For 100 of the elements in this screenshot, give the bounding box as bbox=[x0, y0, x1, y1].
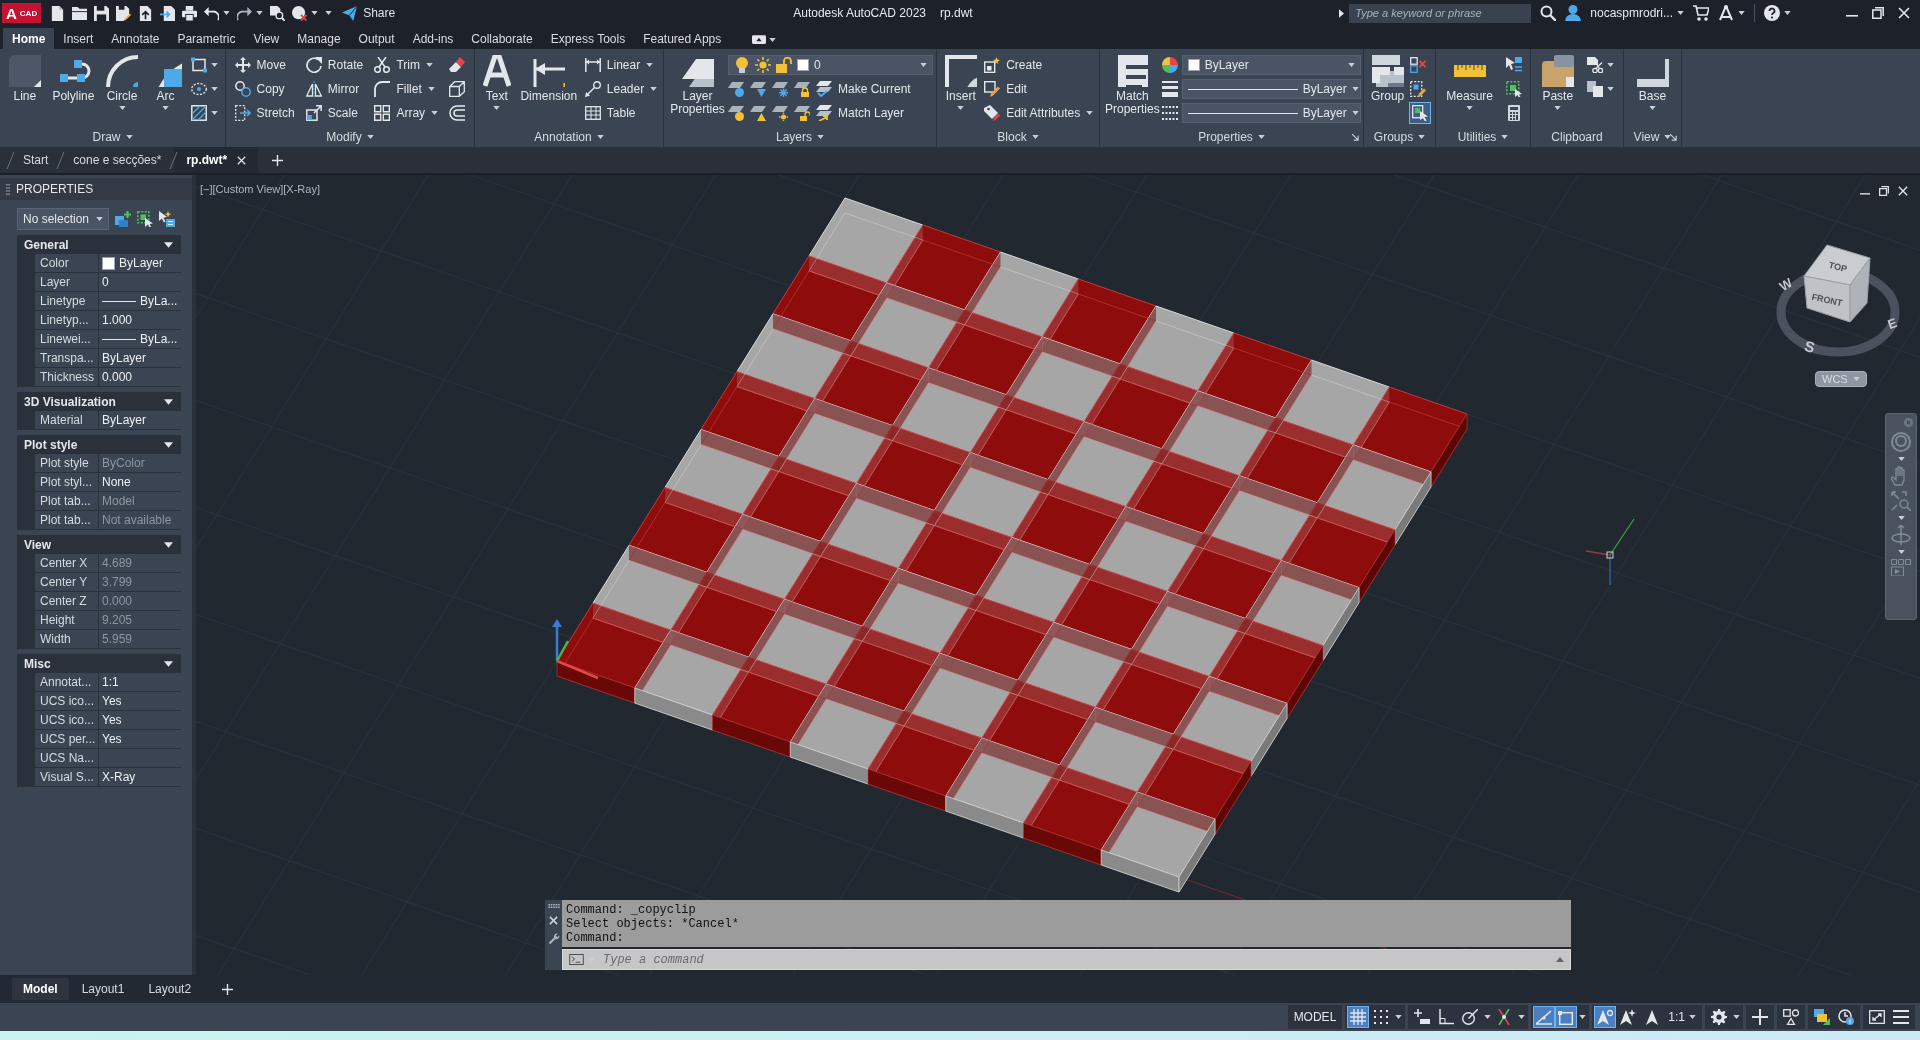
layer-bulb-icon[interactable] bbox=[728, 105, 744, 121]
layer-arrow-icon[interactable] bbox=[750, 105, 766, 121]
polyline-button[interactable]: Polyline bbox=[50, 53, 97, 103]
layout-tab[interactable]: Layout1 bbox=[70, 978, 136, 1000]
layer-lock-icon[interactable] bbox=[794, 81, 810, 97]
plus-icon[interactable] bbox=[272, 154, 284, 166]
triangle-nodes-icon[interactable] bbox=[1718, 5, 1734, 21]
search-field[interactable]: Type a keyword or phrase bbox=[1349, 3, 1532, 23]
color-wheel-icon[interactable] bbox=[1161, 57, 1178, 73]
viewport-control[interactable]: [Custom View] bbox=[212, 183, 284, 195]
cut-button[interactable] bbox=[1587, 55, 1615, 75]
panel-title[interactable]: Groups bbox=[1373, 130, 1426, 144]
ribbon-tab[interactable]: Collaborate bbox=[462, 28, 542, 49]
folder-icon[interactable] bbox=[72, 5, 88, 21]
section-header[interactable]: Plot style bbox=[17, 435, 181, 454]
property-value[interactable]: Yes bbox=[98, 711, 181, 729]
compass-label[interactable]: S bbox=[1802, 337, 1817, 356]
compass-label[interactable]: E bbox=[1885, 314, 1899, 332]
new-file-icon[interactable] bbox=[50, 5, 66, 21]
help-icon[interactable] bbox=[1764, 5, 1780, 21]
select-objects-icon[interactable] bbox=[137, 211, 153, 227]
close-icon[interactable] bbox=[237, 155, 247, 165]
layer-properties-button[interactable]: Layer Properties bbox=[667, 53, 728, 116]
command-input-bar[interactable]: Type a command bbox=[562, 949, 1571, 970]
property-value[interactable]: 0.000 bbox=[98, 368, 181, 386]
caret-icon[interactable] bbox=[1738, 11, 1745, 15]
save-as-icon[interactable] bbox=[116, 5, 132, 21]
property-dropdown[interactable]: ByLayer bbox=[1181, 103, 1361, 123]
expand-arrow-icon[interactable] bbox=[1339, 8, 1345, 18]
document-magnifier-icon[interactable] bbox=[270, 5, 286, 21]
grid-icon[interactable] bbox=[1348, 1007, 1369, 1027]
move-button[interactable]: Move bbox=[234, 55, 286, 75]
caret-icon[interactable] bbox=[256, 11, 264, 15]
cube-face-label[interactable]: TOP bbox=[1827, 259, 1849, 275]
document-tab[interactable]: cone e secções* bbox=[61, 147, 174, 173]
ribbon-tab[interactable]: Manage bbox=[288, 28, 350, 49]
panel-toggle-icon[interactable] bbox=[752, 35, 767, 44]
search-icon[interactable] bbox=[1540, 5, 1557, 21]
linetype-icon[interactable] bbox=[1161, 105, 1178, 121]
angle-line-icon[interactable] bbox=[1534, 1007, 1555, 1027]
layer-sun-icon[interactable] bbox=[772, 105, 788, 121]
layer-snowflake-icon[interactable] bbox=[772, 81, 788, 97]
copy-documents-button[interactable] bbox=[1587, 79, 1615, 99]
quick-select-icon[interactable] bbox=[159, 211, 175, 227]
rotate-button[interactable]: Rotate bbox=[305, 55, 364, 75]
property-value[interactable]: 1:1 bbox=[98, 673, 181, 691]
viewport-control[interactable]: [−] bbox=[200, 183, 213, 195]
polar-angle-button[interactable] bbox=[1459, 1006, 1492, 1028]
caret-icon[interactable] bbox=[1897, 516, 1905, 520]
caret-icon[interactable] bbox=[223, 11, 231, 15]
caret-icon[interactable] bbox=[769, 37, 777, 42]
leader-button[interactable]: Leader bbox=[584, 79, 658, 99]
close-icon[interactable] bbox=[1898, 7, 1910, 19]
group-pencil-icon[interactable] bbox=[1410, 81, 1427, 97]
panel-title[interactable]: Modify bbox=[326, 130, 374, 144]
prompt-icon[interactable] bbox=[569, 954, 584, 965]
layer-arrow-icon[interactable] bbox=[750, 81, 766, 97]
cursor-select-icon[interactable] bbox=[1410, 103, 1431, 123]
table-button[interactable]: Table bbox=[584, 103, 636, 123]
scale-button[interactable]: Scale bbox=[305, 103, 358, 123]
property-value[interactable]: 1.000 bbox=[98, 311, 181, 329]
dimension-button[interactable]: Dimension bbox=[518, 53, 580, 103]
restore-icon[interactable] bbox=[1879, 186, 1889, 196]
add-selection-icon[interactable] bbox=[115, 211, 131, 227]
ribbon-tab[interactable]: Output bbox=[349, 28, 404, 49]
redo-icon[interactable] bbox=[237, 5, 253, 21]
layout-tab[interactable]: Layout2 bbox=[137, 978, 203, 1000]
base-view-button[interactable]: Base bbox=[1634, 53, 1671, 110]
rectangle-button[interactable] bbox=[191, 55, 219, 75]
wrench-icon[interactable] bbox=[547, 933, 560, 945]
caret-up-icon[interactable] bbox=[1556, 957, 1564, 962]
selection-dropdown[interactable]: No selection bbox=[17, 208, 109, 230]
user-icon[interactable] bbox=[1565, 5, 1582, 21]
panel-title[interactable]: Layers bbox=[776, 130, 824, 144]
user-name[interactable]: nocaspmrodri... bbox=[1590, 6, 1673, 20]
stretch-button[interactable]: Stretch bbox=[234, 103, 295, 123]
sphere-x-icon[interactable] bbox=[292, 5, 308, 21]
cursor-list-icon[interactable] bbox=[1505, 57, 1522, 73]
fillet-button[interactable]: Fillet bbox=[374, 79, 435, 99]
copy-button[interactable]: Copy bbox=[234, 79, 285, 99]
close-icon[interactable] bbox=[1898, 186, 1908, 196]
layout-tab[interactable]: Model bbox=[12, 978, 69, 1000]
hatch-button[interactable] bbox=[191, 103, 219, 123]
layered-squares-icon[interactable] bbox=[1811, 1006, 1833, 1028]
ungroup-icon[interactable] bbox=[1410, 57, 1427, 73]
property-value[interactable]: 0 bbox=[98, 273, 181, 291]
edit-attributes-button[interactable]: Edit Attributes bbox=[984, 103, 1094, 123]
document-tab[interactable]: rp.dwt* bbox=[174, 147, 259, 173]
compass-label[interactable]: W bbox=[1776, 275, 1795, 295]
section-header[interactable]: 3D Visualization bbox=[17, 392, 181, 411]
arc-button[interactable]: Arc bbox=[147, 53, 184, 110]
section-header[interactable]: Misc bbox=[17, 654, 181, 673]
layer-unlock-icon[interactable] bbox=[794, 105, 810, 121]
layer-dropdown[interactable]: 0 bbox=[728, 55, 933, 75]
linear-button[interactable]: Linear bbox=[584, 55, 654, 75]
caret-icon[interactable] bbox=[1677, 11, 1684, 15]
array-button[interactable]: Array bbox=[374, 103, 439, 123]
annotation-scale-button[interactable]: 1:1 bbox=[1665, 1010, 1699, 1024]
model-space-button[interactable]: MODEL bbox=[1290, 1010, 1340, 1024]
ribbon-tab[interactable]: Express Tools bbox=[541, 28, 635, 49]
